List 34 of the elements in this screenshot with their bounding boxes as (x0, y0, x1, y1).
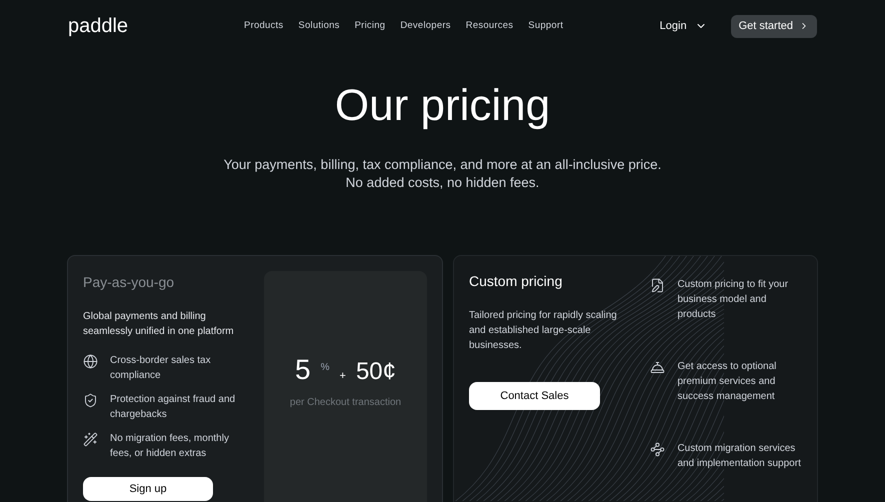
document-pen-icon (650, 278, 666, 293)
nav-link[interactable]: Solutions (298, 18, 340, 34)
nav-link[interactable]: Products (244, 18, 284, 34)
magic-wand-icon (83, 432, 98, 447)
get-started-button[interactable]: Get started (730, 14, 817, 38)
logo[interactable]: paddle (68, 11, 218, 41)
plan-title: Custom pricing (469, 272, 564, 291)
price-percent: 5 (295, 356, 311, 384)
feature-text: No migration fees, monthly fees, or hidden extras (110, 432, 230, 461)
login-dropdown[interactable]: Login (660, 18, 707, 34)
price-fixed: 50¢ (356, 360, 396, 384)
nav-link[interactable]: Developers (400, 18, 451, 34)
nav-link[interactable]: Pricing (354, 18, 386, 34)
globe-icon (83, 354, 98, 369)
page-title: Our pricing (334, 84, 550, 128)
sign-up-button[interactable]: Sign up (83, 477, 213, 501)
shield-check-icon (83, 393, 98, 408)
feature-text: Cross-border sales tax compliance (110, 354, 212, 383)
price-caption: per Checkout transaction (290, 396, 402, 410)
plan-description: Global payments and billing seamlessly unified in one platform (83, 310, 235, 339)
plan-title: Pay-as-you-go (83, 273, 176, 292)
service-bell-icon (650, 360, 666, 375)
feature-text: Get access to optional premium services and success management (677, 360, 778, 404)
subtitle-line: No added costs, no hidden fees. (346, 174, 540, 192)
nav-link[interactable]: Resources (466, 18, 514, 34)
percent-sign: % (320, 361, 330, 375)
plan-description: Tailored pricing for rapidly scaling and established large-scale businesses. (469, 309, 618, 353)
feature-text: Custom pricing to fit your business model and products (677, 278, 790, 322)
subtitle-line: Your payments, billing, tax compliance, and more at an all-inclusive price. (224, 156, 662, 174)
plus-sign: + (340, 369, 346, 384)
contact-sales-button[interactable]: Contact Sales (469, 382, 600, 410)
feature-text: Protection against fraud and chargebacks (110, 393, 236, 422)
feature-text: Custom migration services and implementation support (677, 442, 802, 471)
nav-link[interactable]: Support (528, 18, 564, 34)
